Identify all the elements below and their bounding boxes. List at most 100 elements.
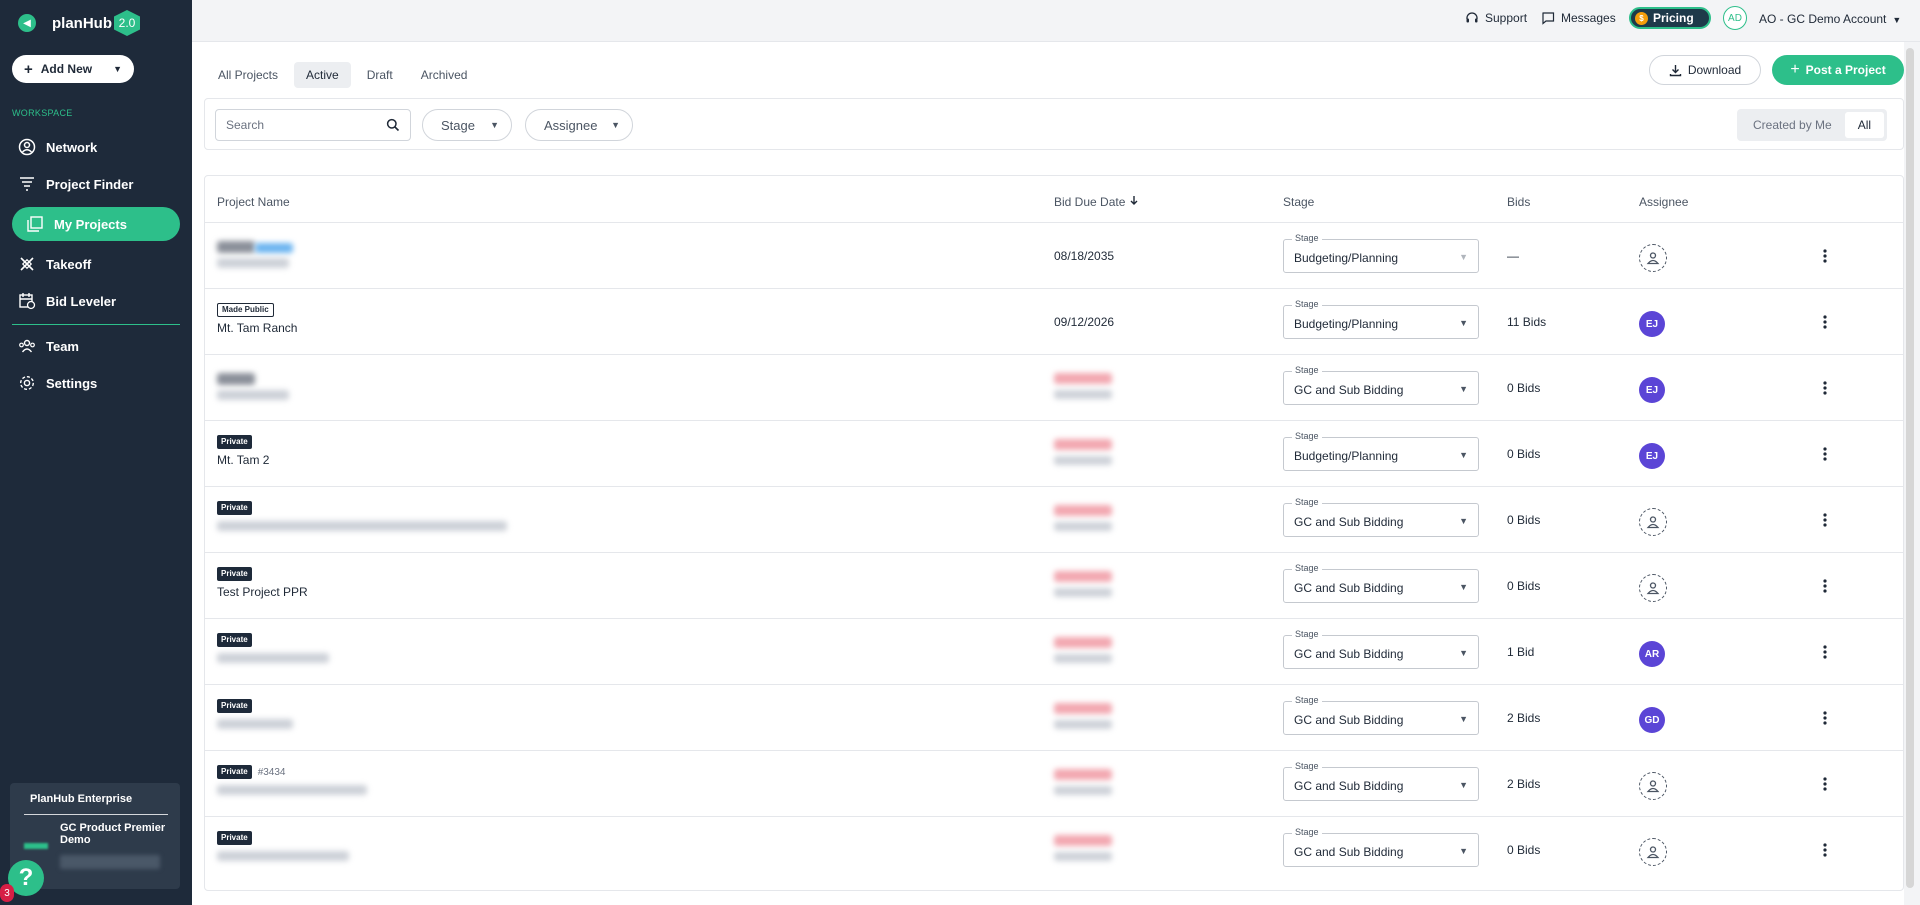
table-row[interactable]: Private Stage GC and Sub Bidding ▼ 0 Bid…	[205, 817, 1903, 883]
assignee-avatar[interactable]: EJ	[1639, 311, 1665, 337]
sidebar-item-label: Network	[46, 139, 98, 155]
table-row[interactable]: Made Public Mt. Tam Ranch 09/12/2026 Sta…	[205, 289, 1903, 355]
more-options-icon[interactable]	[1815, 774, 1835, 794]
project-name-cell[interactable]	[217, 237, 777, 277]
more-options-icon[interactable]	[1815, 708, 1835, 728]
search-box[interactable]	[215, 109, 411, 141]
project-name-cell[interactable]: Private Mt. Tam 2	[217, 435, 777, 475]
project-name-cell[interactable]: Private	[217, 831, 777, 871]
bids-count: —	[1507, 249, 1519, 263]
caret-down-icon: ▼	[1459, 318, 1468, 328]
stage-select[interactable]: Stage Budgeting/Planning ▼	[1283, 431, 1479, 471]
stage-value: GC and Sub Bidding	[1294, 713, 1404, 727]
support-link[interactable]: Support	[1465, 11, 1527, 25]
assignee-avatar[interactable]: EJ	[1639, 377, 1665, 403]
project-name-cell[interactable]	[217, 369, 777, 409]
stage-filter[interactable]: Stage ▼	[422, 109, 512, 141]
project-name-cell[interactable]: Private Test Project PPR	[217, 567, 777, 607]
stage-select[interactable]: Stage Budgeting/Planning ▼	[1283, 299, 1479, 339]
download-button[interactable]: Download	[1649, 55, 1761, 85]
stage-select[interactable]: Stage GC and Sub Bidding ▼	[1283, 695, 1479, 735]
stage-value: GC and Sub Bidding	[1294, 515, 1404, 529]
sidebar-item-team[interactable]: Team	[12, 329, 180, 363]
stage-select[interactable]: Stage GC and Sub Bidding ▼	[1283, 629, 1479, 669]
table-row[interactable]: Private Stage GC and Sub Bidding ▼ 2 Bid…	[205, 685, 1903, 751]
private-tag: Private	[217, 567, 252, 581]
project-name-cell[interactable]: Private #3434	[217, 765, 777, 805]
more-options-icon[interactable]	[1815, 378, 1835, 398]
stage-select-label: Stage	[1292, 365, 1322, 375]
caret-down-icon: ▼	[1459, 252, 1468, 262]
unassigned-user-icon[interactable]	[1639, 574, 1667, 602]
table-row[interactable]: 08/18/2035 Stage Budgeting/Planning ▼ —	[205, 223, 1903, 289]
tab-all-projects[interactable]: All Projects	[206, 62, 290, 88]
stage-select[interactable]: Stage GC and Sub Bidding ▼	[1283, 563, 1479, 603]
pricing-button[interactable]: $ Pricing	[1629, 7, 1711, 29]
table-row[interactable]: Private Test Project PPR Stage GC and Su…	[205, 553, 1903, 619]
private-tag: Private	[217, 699, 252, 713]
tab-archived[interactable]: Archived	[409, 62, 480, 88]
more-options-icon[interactable]	[1815, 642, 1835, 662]
stage-select[interactable]: Stage Budgeting/Planning ▼	[1283, 233, 1479, 273]
project-name-cell[interactable]: Made Public Mt. Tam Ranch	[217, 303, 777, 343]
column-project-name[interactable]: Project Name	[217, 195, 290, 209]
company-logo	[24, 843, 48, 849]
project-name-cell[interactable]: Private	[217, 501, 777, 541]
assignee-filter[interactable]: Assignee ▼	[525, 109, 633, 141]
account-menu[interactable]: AO - GC Demo Account ▼	[1759, 12, 1901, 26]
redacted-text	[217, 258, 289, 268]
add-new-button[interactable]: + Add New ▼	[12, 55, 134, 83]
unassigned-user-icon[interactable]	[1639, 772, 1667, 800]
assignee-avatar[interactable]: EJ	[1639, 443, 1665, 469]
post-project-button[interactable]: + Post a Project	[1772, 55, 1904, 85]
sidebar-item-settings[interactable]: Settings	[12, 366, 180, 400]
sidebar-item-takeoff[interactable]: Takeoff	[12, 247, 180, 281]
account-avatar[interactable]: AD	[1723, 6, 1747, 30]
tab-draft[interactable]: Draft	[355, 62, 405, 88]
project-name-cell[interactable]: Private	[217, 699, 777, 739]
tab-active[interactable]: Active	[294, 62, 351, 88]
vertical-scrollbar[interactable]	[1906, 48, 1914, 888]
assignee-avatar[interactable]: AR	[1639, 641, 1665, 667]
sidebar-item-network[interactable]: Network	[12, 130, 180, 164]
bids-count: 0 Bids	[1507, 843, 1541, 857]
created-by-me-option[interactable]: Created by Me	[1740, 112, 1845, 138]
project-tabs: All Projects Active Draft Archived	[206, 62, 483, 88]
unassigned-user-icon[interactable]	[1639, 508, 1667, 536]
more-options-icon[interactable]	[1815, 246, 1835, 266]
stage-select[interactable]: Stage GC and Sub Bidding ▼	[1283, 365, 1479, 405]
more-options-icon[interactable]	[1815, 576, 1835, 596]
redacted-text	[255, 243, 293, 253]
more-options-icon[interactable]	[1815, 840, 1835, 860]
assignee-avatar[interactable]: GD	[1639, 707, 1665, 733]
project-name[interactable]: Test Project PPR	[217, 585, 777, 599]
column-bid-due-date[interactable]: Bid Due Date	[1054, 195, 1139, 209]
project-name[interactable]: Mt. Tam Ranch	[217, 321, 777, 335]
unassigned-user-icon[interactable]	[1639, 838, 1667, 866]
table-row[interactable]: Private Stage GC and Sub Bidding ▼ 1 Bid…	[205, 619, 1903, 685]
stage-select[interactable]: Stage GC and Sub Bidding ▼	[1283, 497, 1479, 537]
sidebar-item-my-projects[interactable]: My Projects	[12, 207, 180, 241]
pricing-label: Pricing	[1653, 11, 1694, 25]
all-option[interactable]: All	[1844, 112, 1885, 138]
caret-down-icon: ▼	[1459, 516, 1468, 526]
stage-select[interactable]: Stage GC and Sub Bidding ▼	[1283, 761, 1479, 801]
table-row[interactable]: Stage GC and Sub Bidding ▼ 0 Bids EJ	[205, 355, 1903, 421]
table-row[interactable]: Private Mt. Tam 2 Stage Budgeting/Planni…	[205, 421, 1903, 487]
collapse-sidebar-icon[interactable]: ◀	[18, 14, 36, 32]
search-input[interactable]	[226, 118, 376, 132]
project-name[interactable]: Mt. Tam 2	[217, 453, 777, 467]
table-row[interactable]: Private #3434 Stage GC and Sub Bidding ▼ …	[205, 751, 1903, 817]
account-name: AO - GC Demo Account	[1759, 12, 1887, 26]
unassigned-user-icon[interactable]	[1639, 244, 1667, 272]
messages-link[interactable]: Messages	[1541, 11, 1616, 25]
more-options-icon[interactable]	[1815, 312, 1835, 332]
table-row[interactable]: Private Stage GC and Sub Bidding ▼ 0 Bid…	[205, 487, 1903, 553]
stage-select[interactable]: Stage GC and Sub Bidding ▼	[1283, 827, 1479, 867]
more-options-icon[interactable]	[1815, 510, 1835, 530]
sidebar-item-bid-leveler[interactable]: Bid Leveler	[12, 284, 180, 318]
project-name-cell[interactable]: Private	[217, 633, 777, 673]
search-icon[interactable]	[386, 118, 400, 132]
sidebar-item-project-finder[interactable]: Project Finder	[12, 167, 180, 201]
more-options-icon[interactable]	[1815, 444, 1835, 464]
